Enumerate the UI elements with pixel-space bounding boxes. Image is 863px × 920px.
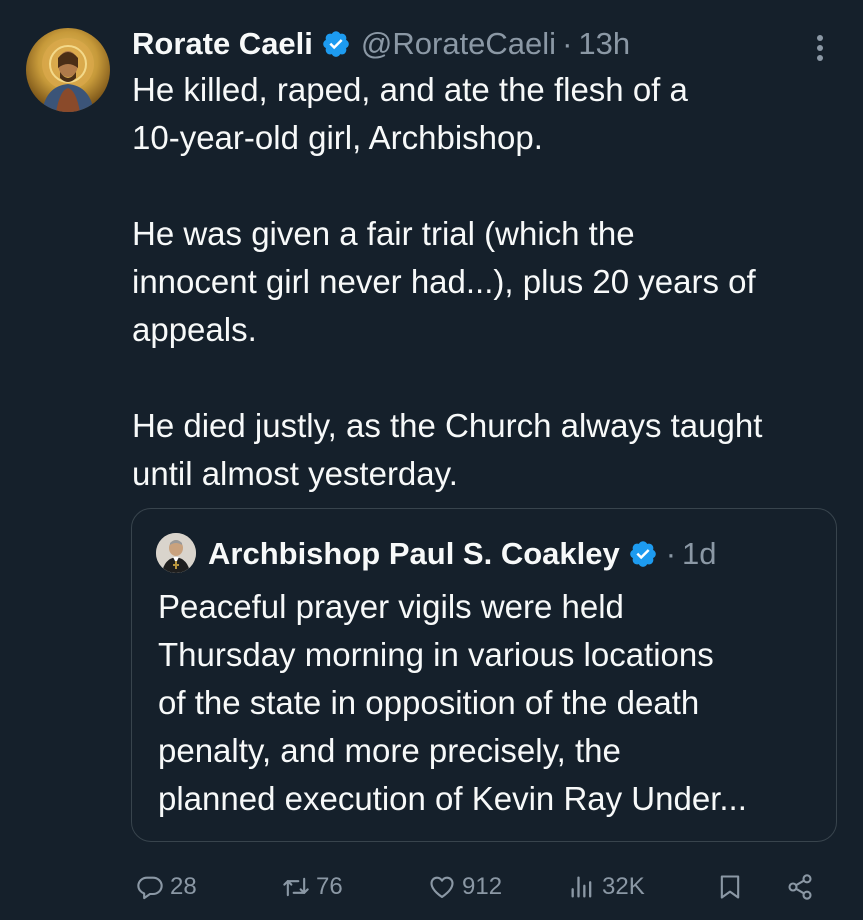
tweet-header: Rorate Caeli @RorateCaeli · 13h: [132, 22, 630, 66]
tweet-text-line: He killed, raped, and ate the flesh of a: [132, 71, 688, 108]
header-separator: ·: [562, 26, 573, 61]
author-display-name[interactable]: Rorate Caeli: [132, 26, 313, 62]
tweet-text-line: 10-year-old girl, Archbishop.: [132, 119, 543, 156]
quoted-tweet[interactable]: Archbishop Paul S. Coakley · 1d Peaceful…: [131, 508, 837, 842]
heart-icon: [428, 873, 456, 901]
tweet-text-line: innocent girl never had...), plus 20 yea…: [132, 263, 756, 300]
tweet-text: He killed, raped, and ate the flesh of a…: [132, 66, 852, 498]
quoted-author-name: Archbishop Paul S. Coakley: [208, 536, 620, 571]
quoted-author-avatar: [156, 533, 196, 573]
views-count: 32K: [602, 873, 645, 900]
tweet-text-line: appeals.: [132, 311, 257, 348]
like-button[interactable]: 912: [428, 862, 502, 912]
quoted-header-separator: ·: [665, 536, 677, 571]
quoted-tweet-text: Peaceful prayer vigils were held Thursda…: [158, 583, 828, 823]
share-button[interactable]: [786, 862, 814, 912]
reply-icon: [136, 873, 164, 901]
quoted-text-line: Peaceful prayer vigils were held: [158, 588, 624, 625]
bookmark-icon: [716, 873, 744, 901]
quoted-text-line: of the state in opposition of the death: [158, 684, 700, 721]
more-options-icon[interactable]: [808, 28, 832, 68]
verified-badge-icon: [628, 539, 658, 569]
author-handle[interactable]: @RorateCaeli: [361, 26, 556, 62]
author-avatar[interactable]: [26, 28, 110, 112]
share-icon: [786, 873, 814, 901]
like-count: 912: [462, 873, 503, 900]
views-icon: [568, 873, 596, 901]
quoted-text-line: Thursday morning in various locations: [158, 636, 714, 673]
retweet-icon: [282, 873, 310, 901]
quoted-tweet-timestamp: 1d: [682, 536, 717, 571]
tweet-timestamp[interactable]: 13h: [578, 26, 630, 62]
tweet-text-line: until almost yesterday.: [132, 455, 458, 492]
bookmark-button[interactable]: [716, 862, 744, 912]
tweet-text-line: He died justly, as the Church always tau…: [132, 407, 763, 444]
retweet-count: 76: [316, 873, 343, 900]
tweet[interactable]: Rorate Caeli @RorateCaeli · 13h He kille…: [0, 0, 863, 920]
quoted-text-line: planned execution of Kevin Ray Under...: [158, 780, 747, 817]
quoted-tweet-header: Archbishop Paul S. Coakley · 1d: [208, 533, 717, 575]
reply-button[interactable]: 28: [136, 862, 197, 912]
verified-badge-icon: [321, 29, 351, 59]
retweet-button[interactable]: 76: [282, 862, 343, 912]
tweet-text-line: He was given a fair trial (which the: [132, 215, 635, 252]
views-button[interactable]: 32K: [568, 862, 645, 912]
reply-count: 28: [170, 873, 197, 900]
action-bar: 28 76 912 32K: [0, 862, 863, 912]
quoted-text-line: penalty, and more precisely, the: [158, 732, 621, 769]
